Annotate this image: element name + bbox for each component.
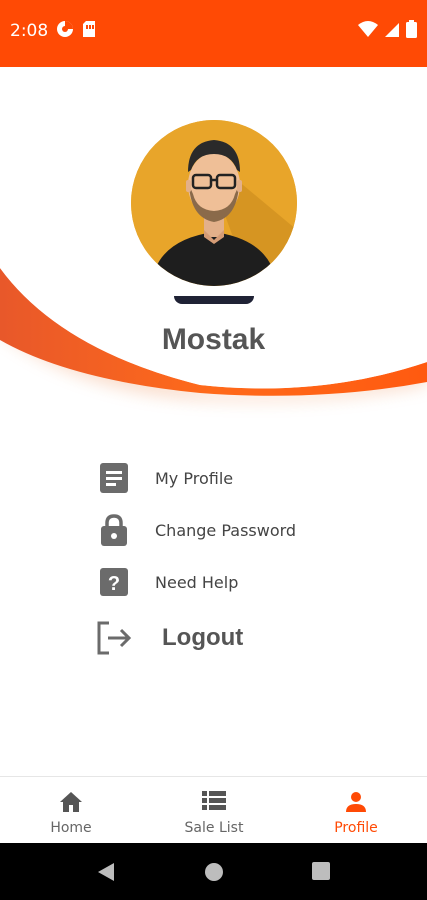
home-icon <box>60 792 82 812</box>
nav-item-sale-list[interactable]: Sale List <box>143 777 285 844</box>
lock-icon <box>101 514 127 546</box>
svg-text:?: ? <box>108 573 120 595</box>
nav-item-profile[interactable]: Profile <box>285 777 427 844</box>
status-bar: 2:08 <box>0 0 427 67</box>
menu-label-change-password: Change Password <box>155 520 297 540</box>
pie-chart-icon <box>57 21 73 37</box>
home-circle-icon[interactable] <box>204 862 224 882</box>
status-time: 2:08 <box>10 21 49 41</box>
user-name: Mostak <box>161 323 266 356</box>
logout-button[interactable]: Logout <box>95 618 243 658</box>
logout-label: Logout <box>162 624 244 651</box>
avatar-shadow <box>174 296 254 304</box>
nav-label-profile: Profile <box>334 820 378 836</box>
menu-item-need-help[interactable]: ? Need Help <box>95 562 238 602</box>
logout-icon <box>97 621 132 655</box>
help-icon: ? <box>100 568 128 596</box>
menu-label-my-profile: My Profile <box>155 468 234 488</box>
system-nav-bar <box>0 843 427 900</box>
menu-item-my-profile[interactable]: My Profile <box>95 458 233 498</box>
avatar-icon <box>131 120 297 286</box>
sim-card-icon <box>83 21 95 37</box>
battery-icon <box>406 20 417 38</box>
nav-label-home: Home <box>50 820 92 836</box>
bottom-nav: Home Sale List Profile <box>0 776 427 844</box>
menu-item-change-password[interactable]: Change Password <box>95 510 296 550</box>
avatar[interactable] <box>131 120 297 286</box>
signal-icon <box>385 23 399 37</box>
recents-icon[interactable] <box>312 862 330 880</box>
nav-label-sale-list: Sale List <box>184 820 244 836</box>
document-icon <box>100 463 128 493</box>
menu-label-need-help: Need Help <box>155 572 239 592</box>
wifi-icon <box>358 21 378 37</box>
list-icon <box>202 791 226 810</box>
back-icon[interactable] <box>97 862 115 882</box>
nav-item-home[interactable]: Home <box>0 777 142 844</box>
person-icon <box>346 792 366 812</box>
